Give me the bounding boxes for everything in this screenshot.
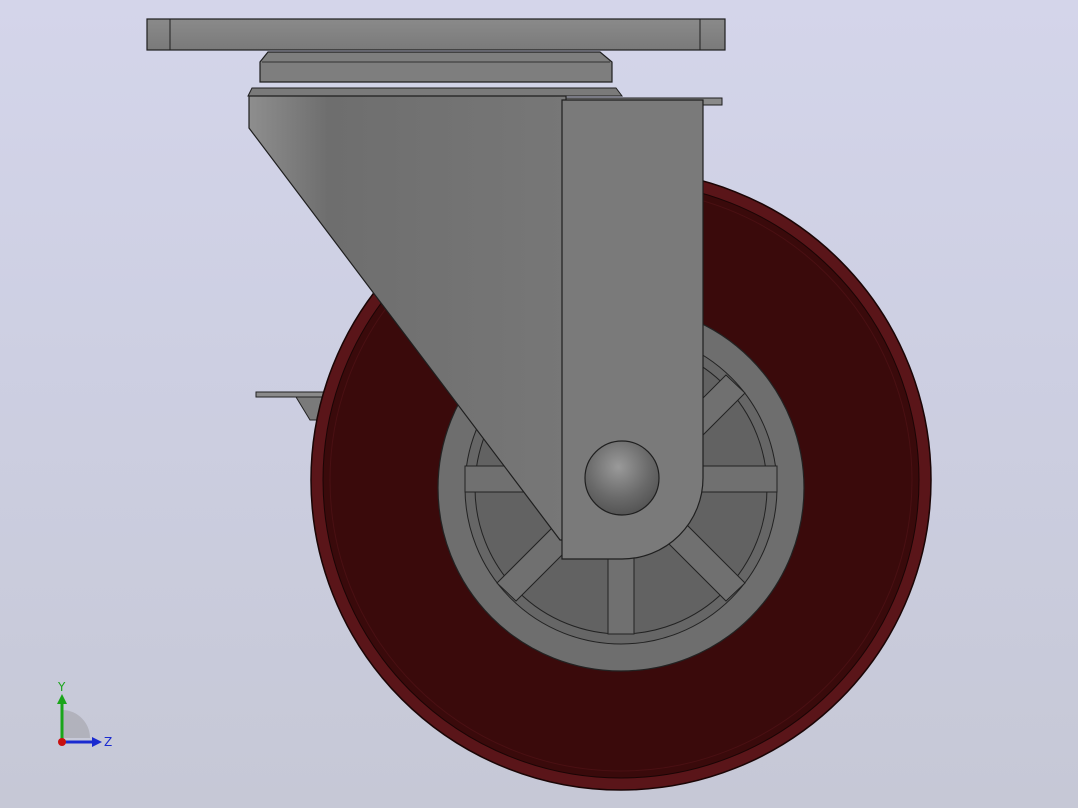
- x-axis-dot: [58, 738, 66, 746]
- triad-quadrant: [62, 710, 90, 738]
- axis-triad: Y Z: [57, 680, 112, 749]
- mounting-plate: [146, 18, 726, 51]
- y-axis-arrowhead: [57, 694, 67, 704]
- y-axis-label: Y: [57, 680, 66, 694]
- z-axis-arrowhead: [92, 737, 102, 747]
- axle-cap: [584, 440, 660, 516]
- swivel-bearing: [247, 51, 623, 97]
- z-axis-label: Z: [104, 735, 112, 749]
- model-viewport[interactable]: [0, 0, 1078, 808]
